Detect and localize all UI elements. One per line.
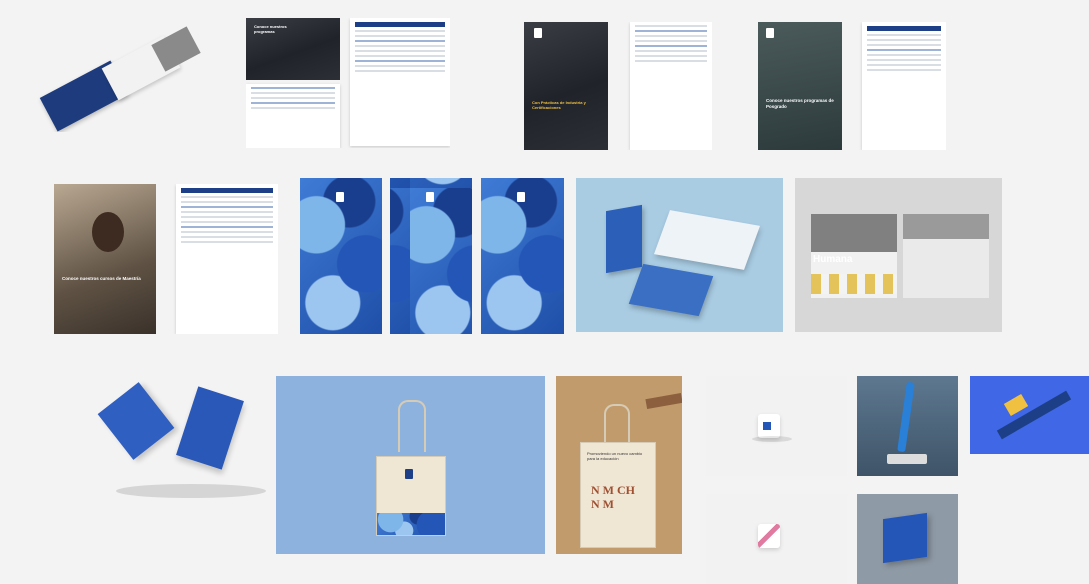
magazine-cover-word: Humana <box>813 254 853 265</box>
tote-kraft-text: Promoviendo un nuevo cambio para la educ… <box>587 451 643 461</box>
book-mockup-image[interactable] <box>576 178 783 332</box>
flyer-set-4-image[interactable]: Conoce nuestros cursos de Maestría <box>54 184 278 334</box>
flyer-set-1-image[interactable]: Conoce nuestros programas <box>246 18 450 148</box>
flyer-set-2-image[interactable]: Con Prácticas de Industria y Certificaci… <box>524 22 712 150</box>
lanyard-image[interactable] <box>970 376 1089 454</box>
tote-blue-image[interactable] <box>276 376 545 554</box>
magazine-mockup-image[interactable]: Humana <box>795 178 1002 332</box>
flyer-2-cover-title: Con Prácticas de Industria y Certificaci… <box>532 100 586 110</box>
mug-1-image[interactable] <box>706 376 847 476</box>
flyer-1-cover-title: Conoce nuestros programas <box>254 24 287 34</box>
mug-2-image[interactable] <box>706 494 847 584</box>
flyer-4-cover-title: Conoce nuestros cursos de Maestría <box>62 276 141 281</box>
notepads-image[interactable] <box>96 378 266 508</box>
tote-kraft-letters: N M CH N M <box>591 483 635 511</box>
flyer-set-3-image[interactable]: Conoce nuestros programas de Posgrado <box>758 22 946 150</box>
tote-kraft-image[interactable]: Promoviendo un nuevo cambio para la educ… <box>556 376 682 554</box>
brochure-trifold-image[interactable] <box>36 22 201 132</box>
pen-image[interactable] <box>857 376 958 476</box>
cube-image[interactable] <box>857 494 958 584</box>
flyer-3-cover-title: Conoce nuestros programas de Posgrado <box>766 98 834 109</box>
cover-pattern-set-image[interactable] <box>300 178 564 334</box>
